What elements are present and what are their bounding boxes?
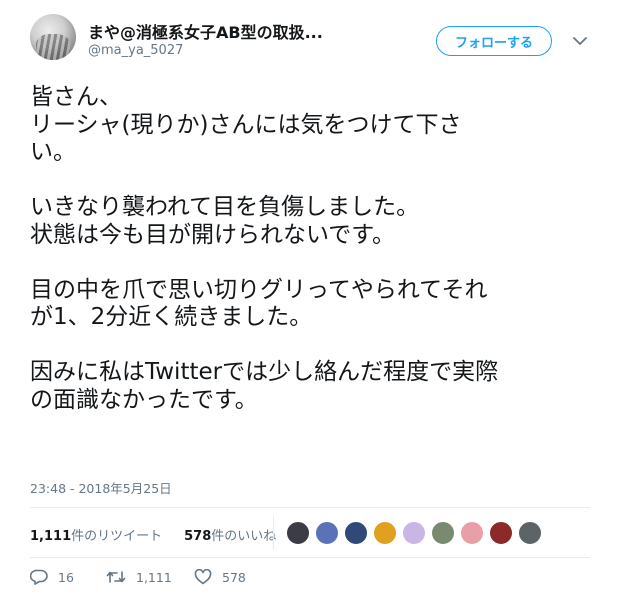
action-bar: 16 1,111 578 xyxy=(30,569,246,585)
reply-count: 16 xyxy=(58,569,74,585)
tweet-text: 皆さん、 リーシャ(現りか)さんには気をつけて下さ い。 いきなり襲われて目を負… xyxy=(30,84,600,414)
display-name[interactable]: まや@消極系女子AB型の取扱... xyxy=(88,19,323,43)
avatar-7[interactable] xyxy=(460,521,484,545)
divider xyxy=(30,507,590,508)
avatar-4[interactable] xyxy=(373,521,397,545)
tweet-line: が1、2分近く続きました。 xyxy=(30,304,313,330)
retweet-stat-label: 件のリツイート xyxy=(71,529,163,544)
avatar[interactable] xyxy=(30,14,76,60)
tweet-line: リーシャ(現りか)さんには気をつけて下さ xyxy=(30,111,462,138)
follow-button[interactable]: フォローする xyxy=(436,26,552,56)
user-handle[interactable]: @ma_ya_5027 xyxy=(88,43,183,58)
tweet-line: 状態は今も目が開けられないです。 xyxy=(30,221,396,248)
reply-button[interactable]: 16 xyxy=(30,569,106,585)
avatar-1[interactable] xyxy=(286,521,310,545)
avatar-8[interactable] xyxy=(489,521,513,545)
divider xyxy=(30,557,590,558)
tweet-line xyxy=(30,167,600,195)
tweet-timestamp[interactable]: 23:48 - 2018年5月25日 xyxy=(30,478,172,497)
reply-icon xyxy=(30,569,48,585)
retweet-action-count: 1,111 xyxy=(136,569,172,585)
like-stat-label: 件のいいね xyxy=(211,529,277,544)
tweet-line: 皆さん、 xyxy=(30,84,122,110)
tweet-line: い。 xyxy=(30,139,76,165)
avatar-3[interactable] xyxy=(344,521,368,545)
tweet-line xyxy=(30,332,600,360)
tweet-line: の面識なかったです。 xyxy=(30,386,258,413)
retweet-count: 1,111 xyxy=(30,529,72,544)
avatar-2[interactable] xyxy=(315,521,339,545)
avatar-6[interactable] xyxy=(431,521,455,545)
tweet-line: 目の中を爪で思い切りグリってやられてそれ xyxy=(30,276,488,303)
tweet-line: 因みに私はTwitterでは少し絡んだ程度で実際 xyxy=(30,359,499,385)
like-count: 578 xyxy=(184,529,212,544)
like-button[interactable]: 578 xyxy=(194,569,246,585)
retweet-button[interactable]: 1,111 xyxy=(106,569,194,585)
tweet-stats: 1,111件のリツイート 578件のいいね xyxy=(30,525,276,544)
retweet-stat[interactable]: 1,111件のリツイート xyxy=(30,525,162,544)
like-action-count: 578 xyxy=(222,569,246,585)
tweet-line: いきなり襲われて目を負傷しました。 xyxy=(30,194,420,220)
heart-icon xyxy=(194,569,212,585)
avatar-5[interactable] xyxy=(402,521,426,545)
liker-avatars xyxy=(286,521,547,545)
avatar-9[interactable] xyxy=(518,521,542,545)
divider xyxy=(273,516,274,550)
chevron-down-icon[interactable] xyxy=(570,31,590,51)
like-stat[interactable]: 578件のいいね xyxy=(184,525,276,544)
tweet-line xyxy=(30,249,600,277)
retweet-icon xyxy=(106,571,126,583)
